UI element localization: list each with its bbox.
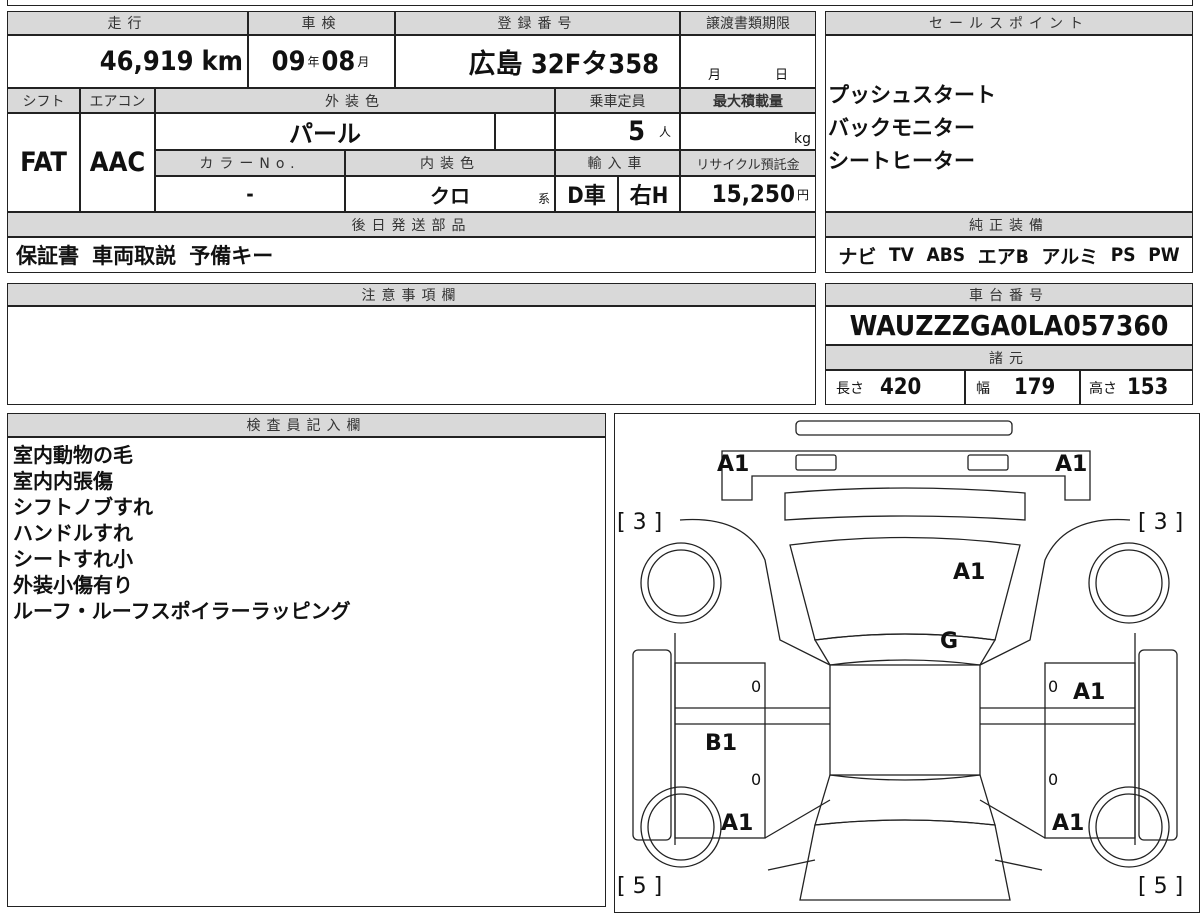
top-strip <box>7 0 1193 6</box>
car-diagram: A1 A1 A1 G A1 B1 A1 A1 [ 3 ] [ 3 ] [ 5 ]… <box>614 413 1200 913</box>
mileage-label: 走行 <box>7 11 248 35</box>
recycle-label: リサイクル預託金 <box>680 150 816 176</box>
inspector-label: 検査員記入欄 <box>7 413 606 437</box>
damage-left-rear-fender: A1 <box>721 811 754 836</box>
car-outline-drawing <box>632 420 1178 901</box>
inspector-note: 室内内張傷 <box>13 469 113 493</box>
recycle-value: 15,250 円 <box>680 176 816 212</box>
chassis-label: 車台番号 <box>825 283 1193 306</box>
sales-point: バックモニター <box>828 116 975 140</box>
damage-front-right: A1 <box>1055 452 1088 477</box>
transfer-label: 譲渡書類期限 <box>680 11 816 35</box>
damage-right-rear-fender: A1 <box>1052 811 1085 836</box>
sales-point: シートヒーター <box>828 149 975 173</box>
mileage-value: 46,919 km <box>7 35 248 88</box>
shaken-value: 09 年 08 月 <box>248 35 395 88</box>
notes-label: 注意事項欄 <box>7 283 816 306</box>
equipment-label: 純正装備 <box>825 212 1193 237</box>
inspector-note: シフトノブすれ <box>13 495 153 519</box>
steering: 右H <box>618 176 680 212</box>
damage-right-front-door: A1 <box>1073 680 1106 705</box>
reg-label: 登録番号 <box>395 11 680 35</box>
tire-front-left: [ 3 ] <box>617 510 663 535</box>
length: 長さ 420 <box>825 370 965 405</box>
import-type: D車 <box>555 176 618 212</box>
width: 幅 179 <box>965 370 1080 405</box>
equipment-list: ナビ TV ABS エアB アルミ PS PW <box>825 237 1193 273</box>
sales-points-label: セールスポイント <box>825 11 1193 35</box>
notes-body <box>7 306 816 405</box>
transfer-value: 月日 <box>680 35 816 88</box>
import-label: 輸入車 <box>555 150 680 176</box>
int-color-label: 内装色 <box>345 150 555 176</box>
shift-label: シフト <box>7 88 80 113</box>
equipment-item: TV <box>888 244 914 266</box>
inspector-notes: 室内動物の毛 室内内張傷 シフトノブすれ ハンドルすれ シートすれ小 外装小傷有… <box>7 437 606 907</box>
spec-label: 諸元 <box>825 345 1193 370</box>
tire-rear-right: [ 5 ] <box>1138 874 1184 899</box>
damage-hood: A1 <box>953 560 986 585</box>
color-no-label: カラーNo. <box>155 150 345 176</box>
capacity-label: 乗車定員 <box>555 88 680 113</box>
max-load-label: 最大積載量 <box>680 88 816 113</box>
equipment-item: PS <box>1110 244 1136 266</box>
later-parts-value: 保証書 車両取説 予備キー <box>7 237 816 273</box>
door-mark: 0 <box>751 677 762 696</box>
equipment-item: PW <box>1148 244 1180 266</box>
inspector-note: 室内動物の毛 <box>13 443 133 467</box>
equipment-item: アルミ <box>1041 245 1099 268</box>
height: 高さ 153 <box>1080 370 1193 405</box>
ac-label: エアコン <box>80 88 155 113</box>
later-parts-label: 後日発送部品 <box>7 212 816 237</box>
equipment-item: ナビ <box>838 245 877 268</box>
reg-value: 広島 32Fタ358 <box>395 35 680 88</box>
ext-color-extra <box>495 113 555 150</box>
ac-value: AAC <box>80 113 155 212</box>
equipment-item: ABS <box>926 244 966 266</box>
tire-rear-left: [ 5 ] <box>617 874 663 899</box>
equipment-item: エアB <box>977 245 1029 268</box>
inspector-note: シートすれ小 <box>13 547 133 571</box>
damage-front-left: A1 <box>717 452 750 477</box>
door-mark: 0 <box>1048 677 1059 696</box>
ext-color-value: パール <box>155 113 495 150</box>
shift-value: FAT <box>7 113 80 212</box>
max-load-value: kg <box>680 113 816 150</box>
ext-color-label: 外装色 <box>155 88 555 113</box>
sales-points: プッシュスタート バックモニター シートヒーター <box>825 35 1193 212</box>
damage-windshield: G <box>940 629 959 654</box>
sales-point: プッシュスタート <box>828 83 996 107</box>
door-mark: 0 <box>1048 770 1059 789</box>
int-color-value: クロ系 <box>345 176 555 212</box>
inspector-note: ルーフ・ルーフスポイラーラッピング <box>13 599 351 623</box>
shaken-label: 車検 <box>248 11 395 35</box>
color-no-value: - <box>155 176 345 212</box>
door-mark: 0 <box>751 770 762 789</box>
capacity-value: 5人 <box>555 113 680 150</box>
inspector-note: 外装小傷有り <box>13 573 133 597</box>
inspector-note: ハンドルすれ <box>13 521 133 545</box>
damage-left-rear-door: B1 <box>705 731 738 756</box>
tire-front-right: [ 3 ] <box>1138 510 1184 535</box>
vin: WAUZZZGA0LA057360 <box>825 306 1193 345</box>
